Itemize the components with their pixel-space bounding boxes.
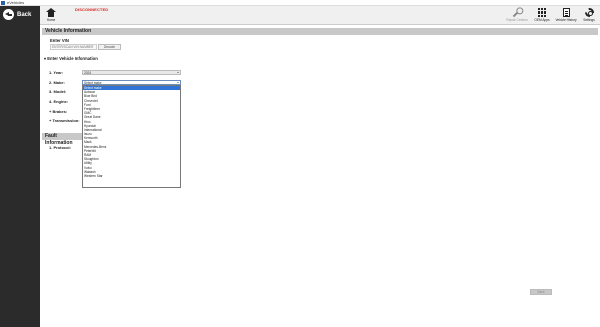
settings-label: Settings xyxy=(583,18,595,22)
brakes-label: Brakes: xyxy=(52,109,68,114)
app-icon xyxy=(1,0,5,5)
connection-status: DISCONNECTED xyxy=(75,7,109,12)
model-label: 3. Model: xyxy=(49,89,67,94)
repair-centers-button[interactable]: Repair Centers xyxy=(506,8,528,22)
vin-input[interactable] xyxy=(50,44,97,50)
chevron-down-icon xyxy=(177,72,179,73)
oem-apps-label: OEM Apps xyxy=(534,18,550,22)
protocol-label: 1. Protocol: xyxy=(49,145,72,150)
back-button[interactable]: Back xyxy=(3,9,31,20)
back-arrow-icon xyxy=(3,9,14,20)
gear-icon xyxy=(584,8,594,17)
vehicle-history-label: Vehicle History xyxy=(555,18,577,22)
window-title: eVehicles xyxy=(7,0,25,5)
engine-label: 4. Engine: xyxy=(49,99,69,104)
enter-vin-label: Enter VIN xyxy=(50,38,69,43)
transmission-toggle[interactable]: + Transmission: xyxy=(49,118,80,123)
sidebar: Back xyxy=(0,6,40,327)
enter-vehicle-info-toggle[interactable]: ▾ Enter Vehicle Information xyxy=(44,56,98,61)
year-select[interactable]: 2024 xyxy=(82,70,181,75)
repair-centers-label: Repair Centers xyxy=(506,18,528,22)
year-label: 1. Year: xyxy=(49,70,64,75)
decode-button[interactable]: Decode xyxy=(98,44,121,50)
back-button-label: Back xyxy=(17,11,32,18)
make-label: 2. Make: xyxy=(49,80,65,85)
save-button[interactable]: Save xyxy=(530,289,552,295)
document-icon xyxy=(562,8,570,17)
home-label: Home xyxy=(46,18,56,22)
transmission-label: Transmission: xyxy=(52,118,80,123)
brakes-toggle[interactable]: + Brakes: xyxy=(49,109,67,114)
make-dropdown-list: Select make Autocar Blue Bird Chevrolet … xyxy=(82,85,181,188)
main-content: Vehicle Information Enter VIN Decode ▾ E… xyxy=(40,25,600,327)
home-button[interactable]: Home xyxy=(44,8,58,22)
wrench-icon xyxy=(512,8,522,17)
apps-grid-icon xyxy=(537,8,547,17)
home-icon xyxy=(46,8,56,17)
fault-information-header: Fault Information xyxy=(42,133,82,146)
vehicle-information-header: Vehicle Information xyxy=(42,28,598,35)
top-toolbar: Home DISCONNECTED Repair Centers OEM App… xyxy=(40,6,600,25)
make-option[interactable]: Western Star xyxy=(83,174,180,178)
enter-vehicle-info-label: Enter Vehicle Information xyxy=(47,56,98,61)
vehicle-history-button[interactable]: Vehicle History xyxy=(555,8,577,22)
settings-button[interactable]: Settings xyxy=(578,8,600,22)
year-select-value: 2024 xyxy=(84,71,92,75)
oem-apps-button[interactable]: OEM Apps xyxy=(531,8,553,22)
chevron-down-icon xyxy=(177,82,179,83)
